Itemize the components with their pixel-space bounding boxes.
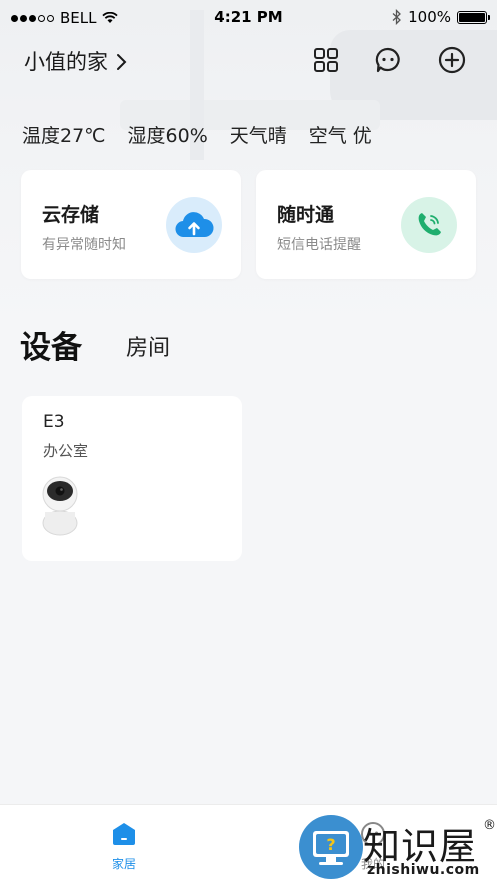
watermark-url: zhishiwu.com <box>367 862 480 878</box>
cloud-storage-card[interactable]: 云存储 有异常随时知 <box>21 170 241 279</box>
card-subtitle: 有异常随时知 <box>42 237 126 253</box>
add-button[interactable] <box>436 44 468 76</box>
device-card[interactable]: E3 办公室 <box>22 396 242 561</box>
svg-text:?: ? <box>326 835 335 854</box>
tab-home-label: 家居 <box>111 857 136 871</box>
watermark: ? 知识屋 ® zhishiwu.com <box>297 812 497 883</box>
card-subtitle: 短信电话提醒 <box>277 237 361 253</box>
camera-icon <box>42 476 78 536</box>
phone-icon <box>401 197 457 253</box>
weather-condition: 天气晴 <box>229 125 287 147</box>
weather-info: 温度27℃ 湿度60% 天气晴 空气 优 <box>22 121 372 148</box>
humidity: 湿度60% <box>127 125 208 147</box>
add-icon <box>438 46 466 74</box>
card-title: 云存储 <box>42 204 100 226</box>
message-button[interactable] <box>372 44 404 76</box>
tab-rooms[interactable]: 房间 <box>126 330 170 362</box>
watermark-reg: ® <box>483 818 496 833</box>
cloud-upload-icon <box>166 197 222 253</box>
battery-percent: 100% <box>408 8 451 26</box>
home-name: 小值的家 <box>24 50 108 74</box>
card-title: 随时通 <box>277 204 335 226</box>
temperature: 温度27℃ <box>22 125 106 147</box>
tab-home[interactable]: 家居 <box>94 821 154 872</box>
device-name: E3 <box>43 412 65 432</box>
home-selector[interactable]: 小值的家 <box>24 46 128 76</box>
app-header: 小值的家 <box>0 38 497 84</box>
device-room: 办公室 <box>43 442 89 460</box>
status-bar: BELL 4:21 PM 100% <box>0 0 497 36</box>
air-quality: 空气 优 <box>308 125 372 147</box>
battery-icon <box>457 10 490 24</box>
watermark-logo: ? <box>299 815 363 879</box>
home-icon <box>113 823 135 845</box>
grid-button[interactable] <box>310 44 342 76</box>
anytime-call-card[interactable]: 随时通 短信电话提醒 <box>256 170 476 279</box>
bluetooth-icon <box>392 9 402 25</box>
tab-devices[interactable]: 设备 <box>20 322 82 367</box>
chevron-right-icon <box>117 54 127 70</box>
message-icon <box>375 47 400 73</box>
grid-icon <box>314 48 338 72</box>
